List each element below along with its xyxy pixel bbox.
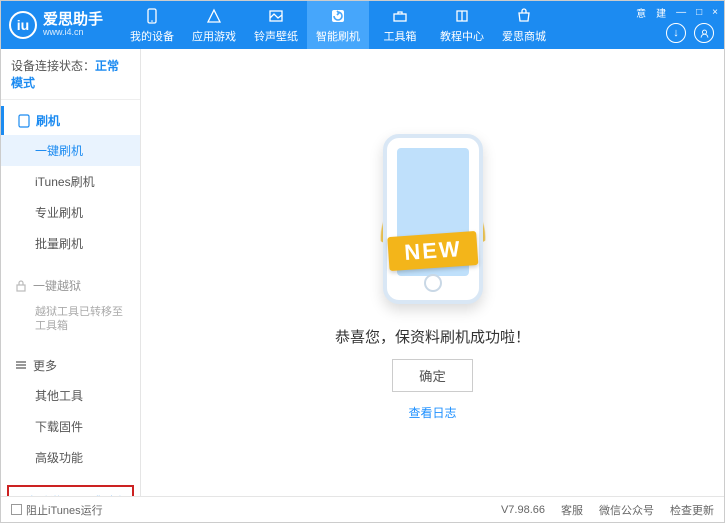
nav-label: 智能刷机 bbox=[316, 28, 360, 44]
sidebar-section-flash[interactable]: 刷机 bbox=[1, 106, 140, 135]
nav-label: 爱思商城 bbox=[502, 28, 546, 44]
checkbox-icon bbox=[11, 504, 22, 515]
nav-ringtones[interactable]: 铃声壁纸 bbox=[245, 1, 307, 49]
section-title: 更多 bbox=[33, 357, 57, 374]
nav-my-device[interactable]: 我的设备 bbox=[121, 1, 183, 49]
brand-name: 爱思助手 bbox=[43, 12, 103, 29]
nav-label: 应用游戏 bbox=[192, 28, 236, 44]
top-nav: 我的设备 应用游戏 铃声壁纸 智能刷机 工具箱 教程中心 爱思商城 bbox=[121, 1, 555, 49]
nav-flash[interactable]: 智能刷机 bbox=[307, 1, 369, 49]
sidebar-item-itunes[interactable]: iTunes刷机 bbox=[1, 166, 140, 197]
sidebar-item-advanced[interactable]: 高级功能 bbox=[1, 442, 140, 473]
phone-illustration-icon bbox=[383, 134, 483, 304]
sidebar-item-other[interactable]: 其他工具 bbox=[1, 380, 140, 411]
statusbar: 阻止iTunes运行 V7.98.66 客服 微信公众号 检查更新 bbox=[1, 496, 724, 522]
user-icon[interactable] bbox=[694, 23, 714, 43]
success-illustration: NEW bbox=[358, 124, 508, 314]
view-log-link[interactable]: 查看日志 bbox=[408, 404, 456, 421]
suggest-icon[interactable]: 建 bbox=[656, 5, 666, 20]
titlebar: iu 爱思助手 www.i4.cn 我的设备 应用游戏 铃声壁纸 智能刷机 工具… bbox=[1, 1, 724, 49]
sidebar-item-oneclick[interactable]: 一键刷机 bbox=[1, 135, 140, 166]
connection-status: 设备连接状态：正常模式 bbox=[1, 49, 140, 100]
app-window: { "brand": {"name":"爱思助手","sub":"www.i4.… bbox=[0, 0, 725, 523]
support-link[interactable]: 客服 bbox=[561, 502, 583, 518]
nav-label: 工具箱 bbox=[384, 28, 417, 44]
download-icon[interactable]: ↓ bbox=[666, 23, 686, 43]
version-label: V7.98.66 bbox=[501, 504, 545, 516]
wallpaper-icon bbox=[267, 7, 285, 25]
checkbox-label: 阻止iTunes运行 bbox=[26, 502, 103, 518]
phone-icon bbox=[143, 7, 161, 25]
apps-icon bbox=[205, 7, 223, 25]
sidebar-section-jailbreak: 一键越狱 bbox=[1, 271, 140, 300]
logo-icon: iu bbox=[9, 11, 37, 39]
body: 设备连接状态：正常模式 刷机 一键刷机 iTunes刷机 专业刷机 批量刷机 一… bbox=[1, 49, 724, 496]
new-ribbon: NEW bbox=[387, 231, 478, 271]
nav-label: 教程中心 bbox=[440, 28, 484, 44]
options-highlight-box: ✓自动激活 ✓跳过向导 bbox=[7, 485, 134, 496]
sidebar-item-batch[interactable]: 批量刷机 bbox=[1, 228, 140, 259]
minimize-icon[interactable]: — bbox=[676, 7, 686, 18]
success-message: 恭喜您，保资料刷机成功啦！ bbox=[335, 326, 530, 347]
brand-url: www.i4.cn bbox=[43, 28, 103, 38]
store-icon bbox=[515, 7, 533, 25]
title-right-circles: ↓ bbox=[666, 23, 714, 43]
nav-label: 我的设备 bbox=[130, 28, 174, 44]
sidebar: 设备连接状态：正常模式 刷机 一键刷机 iTunes刷机 专业刷机 批量刷机 一… bbox=[1, 49, 141, 496]
confirm-button[interactable]: 确定 bbox=[392, 359, 473, 392]
sidebar-item-firmware[interactable]: 下载固件 bbox=[1, 411, 140, 442]
nav-tutorials[interactable]: 教程中心 bbox=[431, 1, 493, 49]
phone-small-icon bbox=[18, 114, 30, 128]
nav-apps[interactable]: 应用游戏 bbox=[183, 1, 245, 49]
menu-icon bbox=[15, 359, 27, 371]
section-title: 一键越狱 bbox=[33, 277, 81, 294]
close-icon[interactable]: × bbox=[712, 7, 718, 18]
main-content: NEW 恭喜您，保资料刷机成功啦！ 确定 查看日志 bbox=[141, 49, 724, 496]
section-title: 刷机 bbox=[36, 112, 60, 129]
sidebar-item-pro[interactable]: 专业刷机 bbox=[1, 197, 140, 228]
sidebar-section-more[interactable]: 更多 bbox=[1, 351, 140, 380]
maximize-icon[interactable]: □ bbox=[696, 7, 702, 18]
nav-toolbox[interactable]: 工具箱 bbox=[369, 1, 431, 49]
window-controls: 意 建 — □ × bbox=[636, 5, 718, 20]
lock-icon bbox=[15, 280, 27, 292]
feedback-icon[interactable]: 意 bbox=[636, 5, 646, 20]
check-update-link[interactable]: 检查更新 bbox=[670, 502, 714, 518]
flash-icon bbox=[329, 7, 347, 25]
toolbox-icon bbox=[391, 7, 409, 25]
nav-store[interactable]: 爱思商城 bbox=[493, 1, 555, 49]
nav-label: 铃声壁纸 bbox=[254, 28, 298, 44]
logo: iu 爱思助手 www.i4.cn bbox=[9, 11, 103, 39]
status-label: 设备连接状态： bbox=[11, 59, 95, 73]
checkbox-block-itunes[interactable]: 阻止iTunes运行 bbox=[11, 502, 103, 518]
book-icon bbox=[453, 7, 471, 25]
wechat-link[interactable]: 微信公众号 bbox=[599, 502, 654, 518]
jailbreak-note: 越狱工具已转移至 工具箱 bbox=[1, 300, 140, 339]
